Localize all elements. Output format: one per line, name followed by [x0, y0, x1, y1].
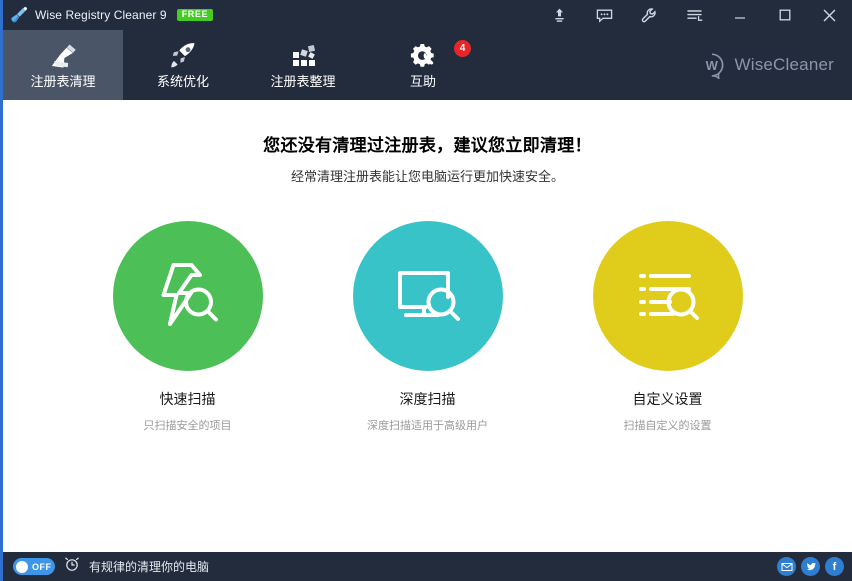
titlebar-controls: [537, 0, 852, 30]
action-custom-settings[interactable]: 自定义设置 扫描自定义的设置: [592, 221, 743, 433]
titlebar-left: Wise Registry Cleaner 9 FREE: [3, 6, 214, 24]
tab-badge-count: 4: [454, 40, 471, 57]
main-content: 您还没有清理过注册表，建议您立即清理！ 经常清理注册表能让您电脑运行更加快速安全…: [3, 100, 852, 552]
tab-mutual-help[interactable]: 互助 4: [363, 30, 483, 100]
lightning-search-icon: [146, 252, 230, 341]
scan-actions: 快速扫描 只扫描安全的项目 深度扫描 深度扫描适用于高级用户 自定义设置 扫描自…: [112, 221, 743, 433]
brand-logo: W WiseCleaner: [699, 52, 852, 81]
tab-label: 系统优化: [156, 73, 209, 89]
maximize-icon[interactable]: [762, 0, 807, 30]
tab-label: 互助: [409, 73, 436, 89]
action-description: 只扫描安全的项目: [143, 420, 232, 432]
broom-icon: [10, 6, 28, 24]
page-subheadline: 经常清理注册表能让您电脑运行更加快速安全。: [290, 169, 564, 184]
action-description: 扫描自定义的设置: [623, 420, 712, 432]
status-message: 有规律的清理你的电脑: [89, 560, 210, 574]
tabbar: 注册表清理 系统优化 注册表整理 互助 4 W WiseCleaner: [3, 30, 852, 100]
action-quick-scan[interactable]: 快速扫描 只扫描安全的项目: [112, 221, 263, 433]
deep-scan-button[interactable]: [352, 221, 503, 371]
action-title: 自定义设置: [632, 391, 703, 407]
tab-registry-defrag[interactable]: 注册表整理: [243, 30, 363, 100]
app-window: Wise Registry Cleaner 9 FREE 注册表清理 系统优化 …: [0, 0, 852, 581]
twitter-icon[interactable]: [801, 557, 820, 576]
rocket-icon: [165, 41, 201, 71]
toggle-knob: [16, 560, 28, 573]
tab-label: 注册表整理: [270, 73, 336, 89]
facebook-icon[interactable]: f: [825, 557, 844, 576]
action-title: 快速扫描: [159, 391, 216, 407]
wrench-icon[interactable]: [627, 0, 672, 30]
action-deep-scan[interactable]: 深度扫描 深度扫描适用于高级用户: [352, 221, 503, 433]
tab-label: 注册表清理: [30, 73, 96, 89]
blocks-icon: [285, 41, 321, 71]
menu-icon[interactable]: [672, 0, 717, 30]
alarm-clock-icon: [64, 556, 80, 577]
toggle-state-label: OFF: [32, 561, 52, 572]
custom-settings-button[interactable]: [592, 221, 743, 371]
tab-system-optimize[interactable]: 系统优化: [123, 30, 243, 100]
social-links: f: [777, 557, 844, 576]
wisecleaner-mark-icon: W: [699, 52, 726, 81]
statusbar: OFF 有规律的清理你的电脑 f: [3, 552, 852, 581]
upgrade-icon[interactable]: [537, 0, 582, 30]
window-title: Wise Registry Cleaner 9: [35, 8, 167, 22]
svg-text:W: W: [706, 58, 719, 73]
gear-wrench-icon: [405, 41, 441, 71]
feedback-icon[interactable]: [582, 0, 627, 30]
monitor-search-icon: [386, 252, 470, 341]
titlebar: Wise Registry Cleaner 9 FREE: [3, 0, 852, 30]
tab-registry-cleaner[interactable]: 注册表清理: [3, 30, 123, 100]
minimize-icon[interactable]: [717, 0, 762, 30]
free-badge: FREE: [176, 9, 214, 21]
close-icon[interactable]: [807, 0, 852, 30]
action-description: 深度扫描适用于高级用户: [367, 420, 488, 432]
schedule-toggle[interactable]: OFF: [13, 558, 55, 575]
broom-icon: [45, 41, 81, 71]
list-search-icon: [626, 252, 710, 341]
brand-name: WiseCleaner: [734, 55, 834, 74]
action-title: 深度扫描: [399, 391, 456, 407]
quick-scan-button[interactable]: [112, 221, 263, 371]
email-icon[interactable]: [777, 557, 796, 576]
page-headline: 您还没有清理过注册表，建议您立即清理！: [263, 136, 592, 155]
